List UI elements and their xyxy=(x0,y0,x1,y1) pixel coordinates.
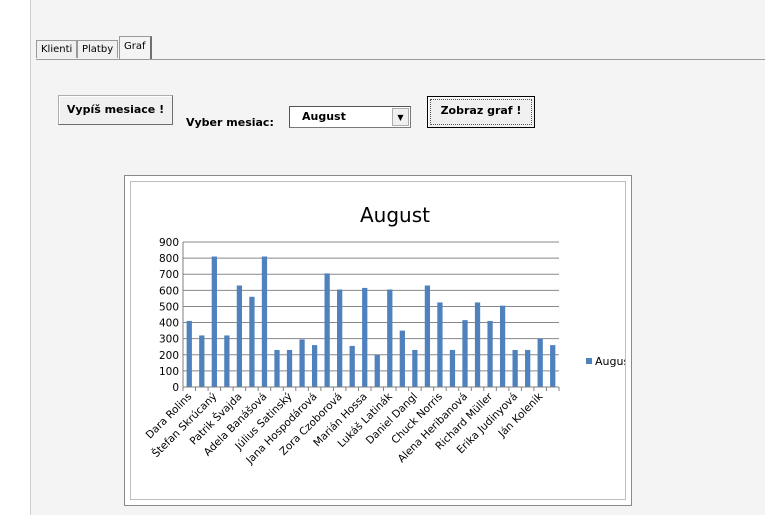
bar xyxy=(474,302,481,387)
y-tick-label: 200 xyxy=(159,350,179,362)
legend-label: August xyxy=(595,355,625,368)
y-tick-label: 400 xyxy=(159,318,179,330)
tab-graf[interactable]: Graf xyxy=(119,36,152,59)
y-tick-label: 0 xyxy=(172,382,179,394)
bar xyxy=(274,349,280,387)
bar xyxy=(512,349,518,387)
list-months-button[interactable]: Vypíš mesiace ! xyxy=(58,95,173,125)
bar xyxy=(249,296,255,387)
y-tick-label: 700 xyxy=(159,269,179,281)
bar xyxy=(236,285,243,387)
bar xyxy=(286,349,293,387)
month-select[interactable]: August ▼ xyxy=(289,106,411,128)
month-select-value: August xyxy=(302,110,346,123)
bar xyxy=(437,302,443,387)
tab-klienti[interactable]: Klienti xyxy=(36,40,78,58)
bar xyxy=(324,273,330,387)
bar xyxy=(349,345,355,387)
y-tick-label: 500 xyxy=(159,301,179,313)
bar xyxy=(424,285,431,387)
chart-area: August 0 100 200 300 400 500 600 700 800 900 Dara… xyxy=(130,181,635,500)
y-tick-label: 100 xyxy=(159,366,179,378)
bar-chart: August 0100200300400500600700800900 Dara… xyxy=(144,203,635,467)
show-graph-button-label: Zobraz graf ! xyxy=(430,99,532,125)
bar xyxy=(399,330,405,387)
bar xyxy=(487,320,493,387)
bar xyxy=(199,335,205,387)
bar xyxy=(299,339,305,387)
bar xyxy=(186,320,192,387)
bar xyxy=(362,287,368,387)
bar xyxy=(211,256,217,387)
bar xyxy=(224,335,230,387)
bar xyxy=(525,349,531,387)
bar xyxy=(499,305,506,387)
bar xyxy=(462,320,468,387)
bar xyxy=(412,349,418,387)
bar xyxy=(537,338,543,387)
y-tick-label: 900 xyxy=(159,237,179,249)
bar xyxy=(311,345,318,387)
chevron-down-icon[interactable]: ▼ xyxy=(392,108,409,126)
bar xyxy=(449,349,456,387)
y-tick-label: 600 xyxy=(159,285,179,297)
show-graph-button[interactable]: Zobraz graf ! xyxy=(427,96,535,128)
tab-pane-border xyxy=(36,59,765,60)
chart-frame: August 0 100 200 300 400 500 600 700 800 900 Dara… xyxy=(124,175,635,506)
bar xyxy=(337,289,343,387)
tab-platby[interactable]: Platby xyxy=(77,40,119,58)
y-tick-label: 300 xyxy=(159,334,179,346)
legend-swatch xyxy=(586,358,592,364)
bar xyxy=(387,289,393,387)
bar xyxy=(374,354,380,387)
bar xyxy=(261,256,268,387)
bar xyxy=(550,345,556,387)
y-tick-label: 800 xyxy=(159,253,179,265)
chart-title: August xyxy=(360,203,430,227)
select-month-label: Vyber mesiac: xyxy=(186,116,274,129)
